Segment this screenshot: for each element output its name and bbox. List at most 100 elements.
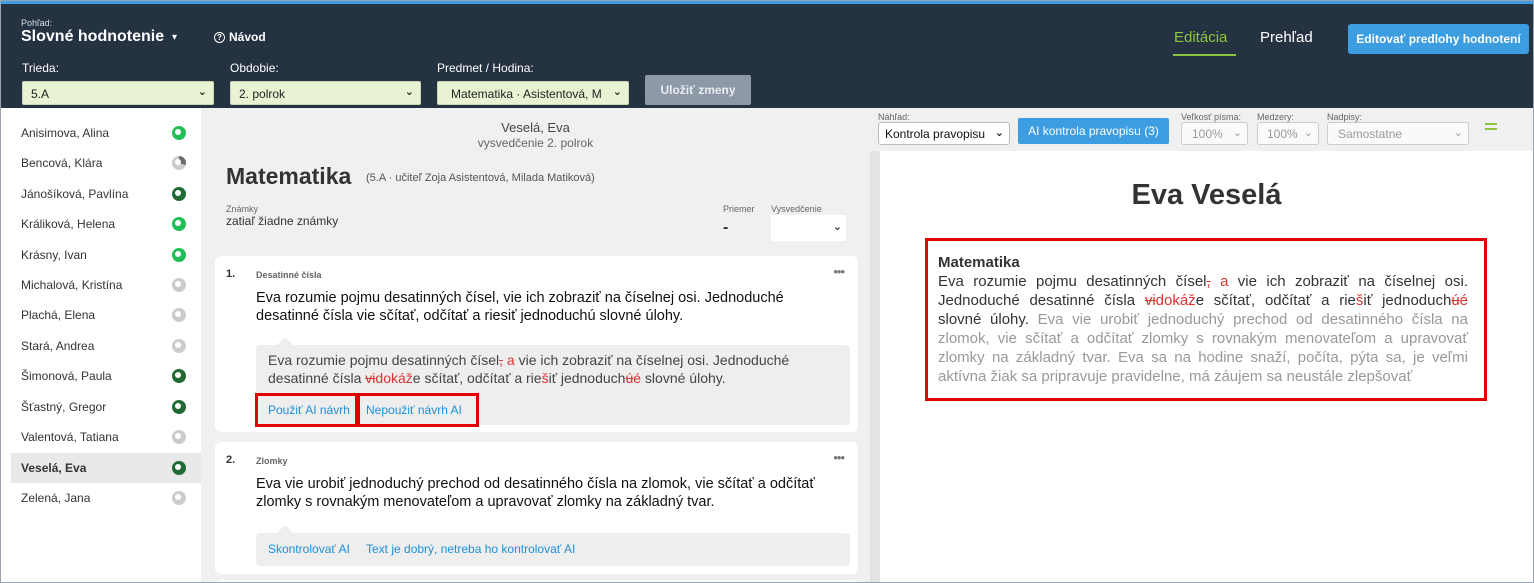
subject-meta: (5.A · učiteľ Zoja Asistentová, Milada M… (366, 172, 595, 184)
student-heading: Veselá, Eva (501, 120, 570, 135)
spacing-label: Medzery: (1257, 112, 1295, 122)
headings-value: Samostatne (1338, 127, 1403, 141)
certificate-label: Vysvedčenie (771, 204, 822, 214)
evaluation-card: 2. Zlomky ••• Eva vie urobiť jednoduchý … (215, 442, 858, 574)
student-item[interactable]: Plachá, Elena (11, 300, 201, 330)
status-empty-icon (172, 430, 186, 444)
certificate-grade-select[interactable]: ⌄ (771, 215, 846, 241)
student-name: Šťastný, Gregor (21, 400, 107, 414)
student-item[interactable]: Krásny, Ivan (11, 240, 201, 270)
period-select[interactable]: 2. polrok ⌄ (230, 81, 421, 105)
guide-label: Návod (229, 30, 266, 44)
edit-templates-button[interactable]: Editovať predlohy hodnotení (1348, 24, 1529, 54)
chevron-down-icon: ⌄ (197, 86, 207, 98)
student-name: Veselá, Eva (21, 461, 87, 475)
average-value: - (723, 219, 729, 236)
preview-toolbar: Náhľad: Kontrola pravopisu ⌄ Veľkosť písm… (870, 108, 1533, 151)
student-item[interactable]: Šimonová, Paula (11, 361, 201, 391)
headings-label: Nadpisy: (1327, 112, 1363, 122)
highlight-box (255, 393, 358, 427)
subject-select-value: Matematika · Asistentová, M (451, 87, 602, 101)
student-name: Bencová, Klára (21, 156, 103, 170)
student-item[interactable]: Valentová, Tatiana (11, 422, 201, 452)
student-item[interactable]: Zelená, Jana (11, 483, 201, 513)
tab-overview[interactable]: Prehľad (1260, 29, 1313, 46)
student-item[interactable]: Šťastný, Gregor (11, 392, 201, 422)
status-empty-icon (172, 491, 186, 505)
student-item[interactable]: Anisimova, Alina (11, 118, 201, 148)
tab-edit[interactable]: Editácia (1174, 29, 1227, 46)
evaluation-card: 1. Desatinné čísla ••• Eva rozumie pojmu… (215, 256, 858, 432)
evaluation-text[interactable]: Eva rozumie pojmu desatinných čísel, vie… (256, 289, 846, 325)
font-size-label: Veľkosť písma: (1181, 112, 1242, 122)
check-with-ai-link[interactable]: Skontrolovať AI (268, 542, 350, 556)
more-options-icon[interactable]: ••• (833, 264, 845, 279)
preview-page: Eva Veselá Matematika Eva rozumie pojmu d… (880, 151, 1533, 582)
evaluation-text[interactable]: Eva vie urobiť jednoduchý prechod od des… (256, 475, 846, 511)
chevron-down-icon: ⌄ (994, 127, 1004, 139)
chevron-down-icon: ⌄ (610, 85, 622, 98)
student-item[interactable]: Králiková, Helena (11, 209, 201, 239)
student-item[interactable]: Michalová, Kristína (11, 270, 201, 300)
student-name: Anisimova, Alina (21, 126, 110, 140)
card-number: 2. (226, 454, 236, 466)
help-icon: ? (214, 32, 225, 43)
ai-spellcheck-button[interactable]: AI kontrola pravopisu (3) (1018, 118, 1169, 144)
subject-title: Matematika (226, 163, 352, 189)
menu-icon[interactable] (1485, 123, 1497, 133)
headings-select[interactable]: Samostatne ⌄ (1327, 122, 1469, 145)
student-item[interactable]: Jánošíková, Pavlína (11, 179, 201, 209)
chevron-down-icon: ⌄ (1232, 127, 1242, 139)
student-name: Šimonová, Paula (21, 369, 112, 383)
card-topic: Zlomky (256, 456, 288, 466)
spacing-value: 100% (1267, 127, 1298, 141)
highlight-box (357, 393, 479, 427)
student-name: Stará, Andrea (21, 339, 95, 353)
status-done-icon (172, 400, 186, 414)
status-complete-icon (172, 126, 186, 140)
period-select-value: 2. polrok (239, 87, 286, 101)
student-item[interactable]: Bencová, Klára (11, 148, 201, 178)
status-empty-icon (172, 278, 186, 292)
status-complete-icon (172, 217, 186, 231)
report-period: vysvedčenie 2. polrok (477, 136, 594, 150)
subject-label: Predmet / Hodina: (437, 61, 534, 75)
student-list: Anisimova, Alina Bencová, Klára Jánošíko… (1, 108, 201, 582)
save-changes-button[interactable]: Uložiť zmeny (645, 75, 751, 105)
student-item-selected[interactable]: Veselá, Eva (11, 453, 201, 483)
more-options-icon[interactable]: ••• (833, 450, 845, 465)
spacing-select[interactable]: 100% ⌄ (1257, 122, 1319, 145)
guide-link[interactable]: ? Návod (214, 30, 266, 44)
grades-value: zatiaľ žiadne známky (226, 214, 339, 228)
view-switcher[interactable]: Slovné hodnotenie (21, 28, 164, 46)
font-size-value: 100% (1192, 127, 1223, 141)
suggestion-pointer (277, 525, 293, 533)
card-topic: Desatinné čísla (256, 270, 322, 280)
student-item[interactable]: Stará, Andrea (11, 331, 201, 361)
student-name: Králiková, Helena (21, 217, 116, 231)
status-done-icon (172, 369, 186, 383)
student-name: Krásny, Ivan (21, 248, 87, 262)
skip-ai-check-link[interactable]: Text je dobrý, netreba ho kontrolovať AI (366, 542, 575, 556)
preview-student-name: Eva Veselá (1131, 179, 1282, 211)
status-empty-icon (172, 308, 186, 322)
average-label: Priemer (723, 204, 755, 214)
ai-suggestion-text: Eva rozumie pojmu desatinných čísel, a v… (268, 352, 790, 386)
font-size-select[interactable]: 100% ⌄ (1181, 122, 1248, 145)
preview-mode-select[interactable]: Kontrola pravopisu ⌄ (878, 122, 1010, 145)
highlight-box (925, 238, 1487, 401)
class-select-value: 5.A (31, 87, 50, 101)
chevron-down-icon: ⌄ (1303, 127, 1313, 139)
class-select[interactable]: 5.A ⌄ (22, 81, 214, 105)
subject-select[interactable]: Matematika · Asistentová, M ⌄ (437, 81, 629, 105)
app-window: Pohľad: Slovné hodnotenie ▾ ? Návod Tried… (0, 0, 1534, 583)
chevron-down-icon[interactable]: ▾ (172, 32, 177, 43)
ai-action-bar: Skontrolovať AI Text je dobrý, netreba h… (256, 533, 850, 566)
status-empty-icon (172, 339, 186, 353)
preview-mode-value: Kontrola pravopisu (885, 127, 986, 141)
preview-gutter (870, 151, 880, 582)
evaluation-editor: Veselá, Eva vysvedčenie 2. polrok Matema… (202, 108, 869, 582)
status-complete-icon (172, 248, 186, 262)
period-label: Obdobie: (230, 61, 279, 75)
chevron-down-icon: ⌄ (404, 86, 414, 98)
